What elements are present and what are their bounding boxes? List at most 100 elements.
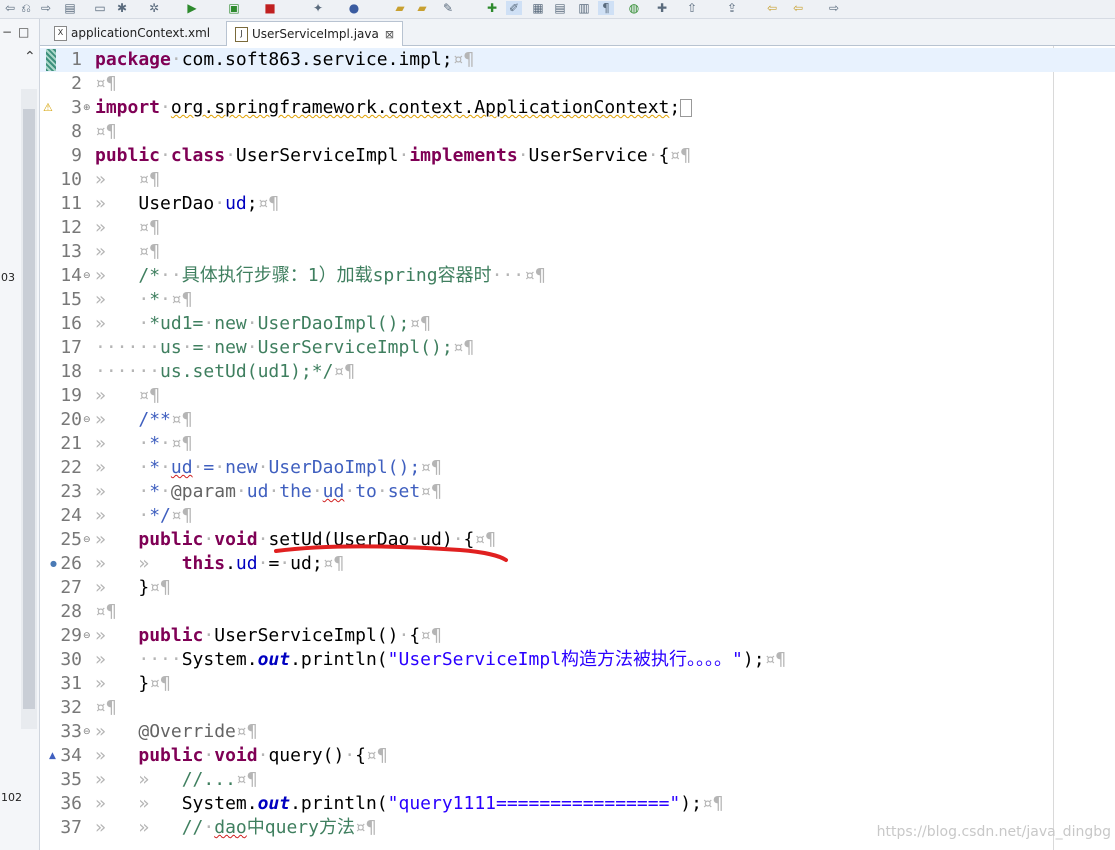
code-line[interactable]: 14 ⊖ » /*··具体执行步骤：1）加载spring容器时···¤¶: [40, 264, 1115, 288]
code-line[interactable]: 16» ·*ud1=·new·UserDaoImpl();¤¶: [40, 312, 1115, 336]
left-panel-scrollbar[interactable]: [21, 89, 37, 729]
code-line[interactable]: 33 ⊖ » @Override¤¶: [40, 720, 1115, 744]
nav-back-icon[interactable]: ⇦: [764, 1, 780, 15]
back-icon[interactable]: ⇦: [2, 1, 18, 15]
line-code[interactable]: ¤¶: [95, 72, 117, 96]
scroll-up-icon[interactable]: ⌃: [24, 49, 36, 65]
line-code[interactable]: ······us.setUd(ud1);*/¤¶: [95, 360, 355, 384]
code-line[interactable]: 2 ¤¶: [40, 72, 1115, 96]
line-code[interactable]: ······us·=·new·UserServiceImpl();¤¶: [95, 336, 474, 360]
line-code[interactable]: » ····System.out.println("UserServiceImp…: [95, 648, 786, 672]
line-code[interactable]: ¤¶: [95, 600, 117, 624]
search-icon[interactable]: ✎: [440, 1, 456, 15]
code-line[interactable]: 17 ······us·=·new·UserServiceImpl();¤¶: [40, 336, 1115, 360]
fold-collapse-icon[interactable]: ⊖: [83, 727, 91, 737]
history-icon[interactable]: ⎌: [18, 1, 34, 15]
server-icon[interactable]: ■: [262, 1, 278, 15]
line-code[interactable]: ¤¶: [95, 120, 117, 144]
new-wizard-icon[interactable]: ✦: [310, 1, 326, 15]
code-line[interactable]: 11 » UserDao·ud;¤¶: [40, 192, 1115, 216]
nav-back-dropdown-icon[interactable]: ⇦: [790, 1, 806, 15]
code-line[interactable]: ▲ 34» public·void·query()·{¤¶: [40, 744, 1115, 768]
code-editor[interactable]: 1 package·com.soft863.service.impl;¤¶ 2 ¤¶ ⚠…: [40, 46, 1115, 850]
fold-expand-icon[interactable]: ⊕: [83, 103, 91, 113]
code-line[interactable]: 36 » » System.out.println("query1111=====…: [40, 792, 1115, 816]
line-code[interactable]: » ¤¶: [95, 216, 160, 240]
new-class-icon[interactable]: ●: [346, 1, 362, 15]
fold-collapse-icon[interactable]: ⊖: [83, 271, 91, 281]
run-external-icon[interactable]: ▣: [226, 1, 242, 15]
scrollbar-thumb[interactable]: [23, 109, 35, 709]
line-code[interactable]: » @Override¤¶: [95, 720, 258, 744]
highlight-icon[interactable]: ✐: [506, 1, 522, 15]
line-code[interactable]: public·class·UserServiceImpl·implements·…: [95, 144, 691, 168]
code-line[interactable]: 22» ·*·ud·=·new·UserDaoImpl();¤¶: [40, 456, 1115, 480]
code-line[interactable]: 10 » ¤¶: [40, 168, 1115, 192]
code-line[interactable]: ⚠ 3 ⊕ import·org.springframework.context.Ap…: [40, 96, 1115, 120]
code-line[interactable]: 13 » ¤¶: [40, 240, 1115, 264]
line-code[interactable]: » ·*·¤¶: [95, 288, 193, 312]
settings-icon[interactable]: ✲: [146, 1, 162, 15]
prev-annotation-icon[interactable]: ⇧: [684, 1, 700, 15]
line-code[interactable]: » ¤¶: [95, 240, 160, 264]
format-icon[interactable]: ▤: [552, 1, 568, 15]
line-code[interactable]: » /**¤¶: [95, 408, 193, 432]
code-line[interactable]: 21» ·*·¤¶: [40, 432, 1115, 456]
line-code[interactable]: » » this.ud·=·ud;¤¶: [95, 552, 344, 576]
line-code[interactable]: » ¤¶: [95, 384, 160, 408]
line-code[interactable]: » » //...¤¶: [95, 768, 258, 792]
globe-icon[interactable]: ◍: [626, 1, 642, 15]
line-code[interactable]: ¤¶: [95, 696, 117, 720]
terminal-icon[interactable]: ▭: [92, 1, 108, 15]
tab-user-service-impl[interactable]: J UserServiceImpl.java ⊠: [226, 21, 404, 46]
pilcrow-icon[interactable]: ¶: [598, 1, 614, 15]
line-code[interactable]: » » System.out.println("query1111=======…: [95, 792, 724, 816]
line-code[interactable]: » ·*·@param·ud·the·ud·to·set¤¶: [95, 480, 442, 504]
open-folder-icon[interactable]: ▰: [392, 1, 408, 15]
line-code[interactable]: » ·*/¤¶: [95, 504, 193, 528]
code-line[interactable]: 19 » ¤¶: [40, 384, 1115, 408]
minimize-icon[interactable]: −: [2, 25, 12, 39]
toggle-mark-icon[interactable]: ✚: [484, 1, 500, 15]
code-line[interactable]: 18 ······us.setUd(ud1);*/¤¶: [40, 360, 1115, 384]
code-line[interactable]: 23» ·*·@param·ud·the·ud·to·set¤¶: [40, 480, 1115, 504]
folded-region-box[interactable]: [680, 99, 693, 117]
line-code[interactable]: import·org.springframework.context.Appli…: [95, 96, 693, 120]
last-edit-icon[interactable]: ⇪: [724, 1, 740, 15]
fold-collapse-icon[interactable]: ⊖: [83, 415, 91, 425]
line-code[interactable]: » }¤¶: [95, 672, 171, 696]
close-icon[interactable]: ⊠: [385, 28, 394, 41]
code-line[interactable]: 27 » }¤¶: [40, 576, 1115, 600]
code-line[interactable]: 30 » ····System.out.println("UserServiceI…: [40, 648, 1115, 672]
line-code[interactable]: » public·void·setUd(UserDao·ud)·{¤¶: [95, 528, 496, 552]
line-code[interactable]: » public·UserServiceImpl()·{¤¶: [95, 624, 442, 648]
line-code[interactable]: » ·*·¤¶: [95, 432, 193, 456]
next-annotation-icon[interactable]: ✚: [654, 1, 670, 15]
nav-forward-icon[interactable]: ⇨: [826, 1, 842, 15]
code-line[interactable]: 25 ⊖» public·void·setUd(UserDao·ud)·{¤¶: [40, 528, 1115, 552]
code-line[interactable]: 8 ¤¶: [40, 120, 1115, 144]
code-line[interactable]: 20 ⊖ » /**¤¶: [40, 408, 1115, 432]
code-line[interactable]: 1 package·com.soft863.service.impl;¤¶: [40, 48, 1115, 72]
debug-icon[interactable]: ✱: [114, 1, 130, 15]
code-line[interactable]: 9 public·class·UserServiceImpl·implements…: [40, 144, 1115, 168]
line-code[interactable]: » }¤¶: [95, 576, 171, 600]
line-code[interactable]: » ·*·ud·=·new·UserDaoImpl();¤¶: [95, 456, 442, 480]
code-line[interactable]: 32 ¤¶: [40, 696, 1115, 720]
line-code[interactable]: » » //·dao中query方法¤¶: [95, 816, 377, 840]
layout-icon[interactable]: ▤: [62, 1, 78, 15]
code-line[interactable]: 24 » ·*/¤¶: [40, 504, 1115, 528]
code-line[interactable]: 35 » » //...¤¶: [40, 768, 1115, 792]
fold-collapse-icon[interactable]: ⊖: [83, 535, 91, 545]
code-line[interactable]: 15» ·*·¤¶: [40, 288, 1115, 312]
block-select-icon[interactable]: ▦: [530, 1, 546, 15]
run-icon[interactable]: ▶: [184, 1, 200, 15]
whitespace-icon[interactable]: ▥: [576, 1, 592, 15]
maximize-icon[interactable]: □: [18, 25, 29, 39]
line-code[interactable]: » public·void·query()·{¤¶: [95, 744, 388, 768]
code-line[interactable]: 29 ⊖» public·UserServiceImpl()·{¤¶: [40, 624, 1115, 648]
line-code[interactable]: » ¤¶: [95, 168, 160, 192]
code-line[interactable]: 31 » }¤¶: [40, 672, 1115, 696]
fold-collapse-icon[interactable]: ⊖: [83, 631, 91, 641]
line-code[interactable]: » UserDao·ud;¤¶: [95, 192, 279, 216]
